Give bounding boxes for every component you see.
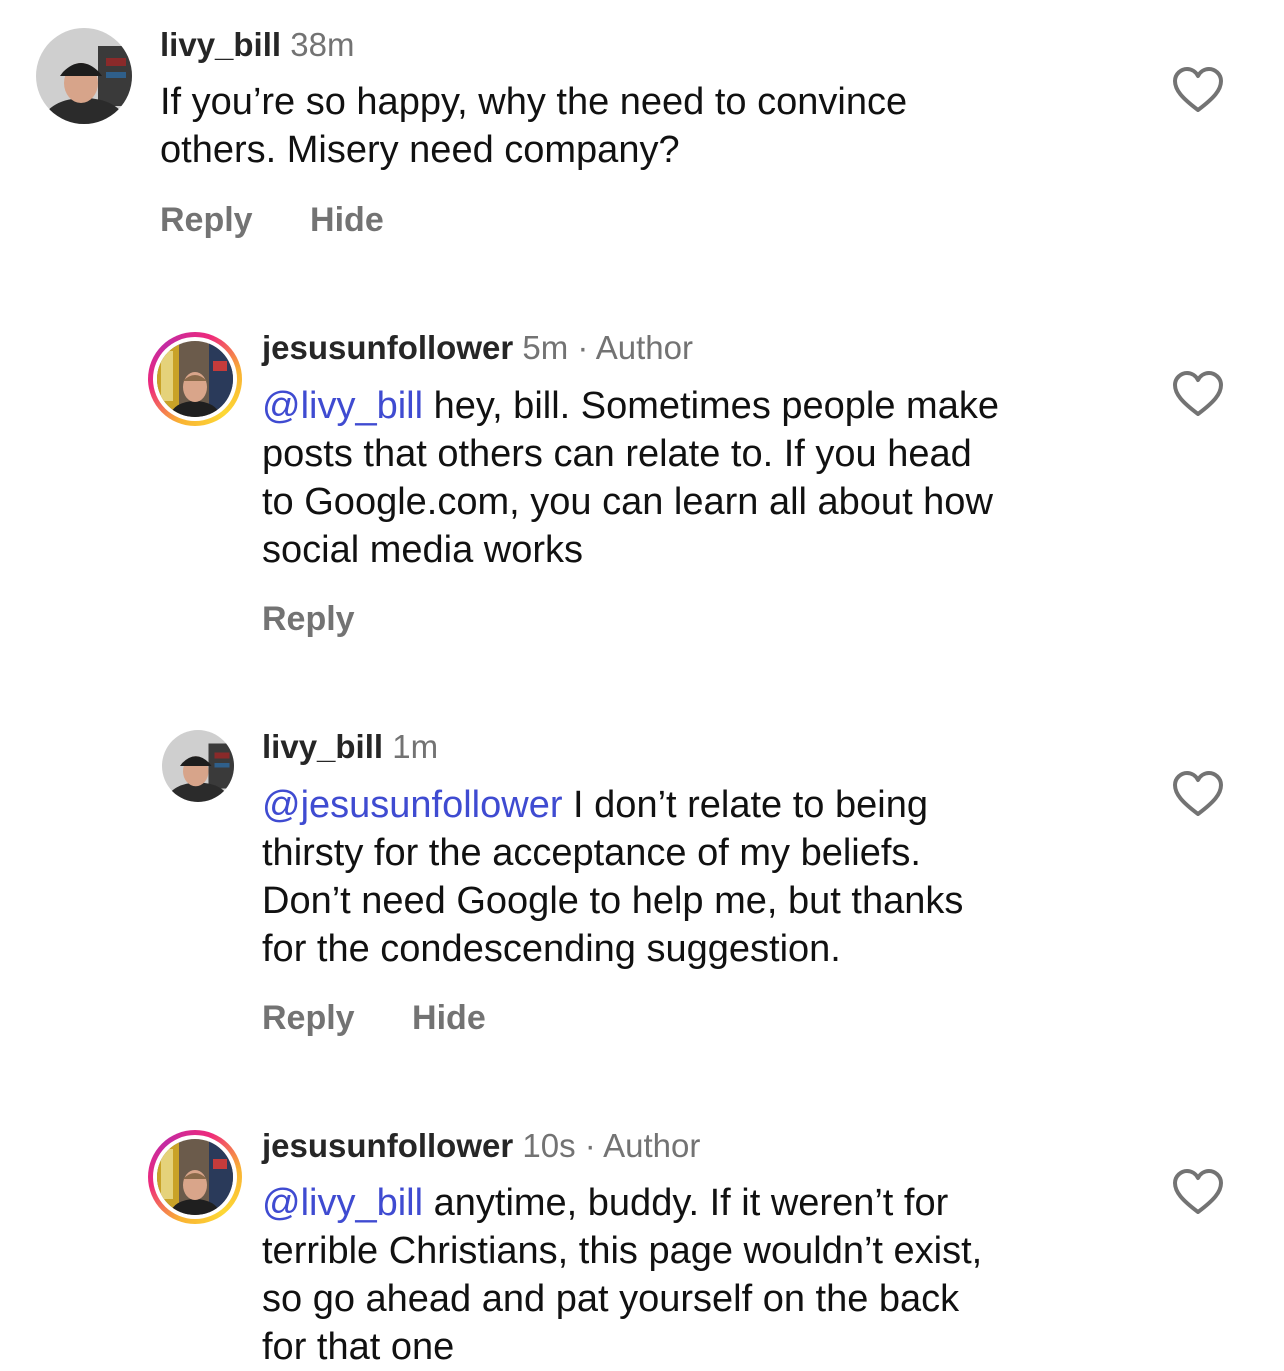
- heart-outline-icon[interactable]: [1172, 66, 1224, 114]
- avatar[interactable]: [36, 28, 132, 124]
- mention-link[interactable]: @livy_bill: [262, 1182, 423, 1224]
- comment-time: 5m: [522, 329, 569, 366]
- avatar[interactable]: [162, 730, 234, 802]
- author-tag: · Author: [577, 329, 693, 366]
- comment-text: @jesusunfollower I don’t relate to being…: [262, 781, 963, 973]
- comment-text: If you’re so happy, why the need to conv…: [160, 78, 907, 174]
- comment-meta: livy_bill 38m: [160, 25, 354, 65]
- heart-outline-icon[interactable]: [1172, 1168, 1224, 1216]
- comment-time: 1m: [392, 728, 439, 765]
- user-photo-icon: [36, 28, 132, 124]
- story-ring[interactable]: [148, 332, 242, 426]
- mention-link[interactable]: @livy_bill: [262, 385, 423, 427]
- author-tag: · Author: [584, 1127, 701, 1164]
- username[interactable]: livy_bill: [262, 728, 383, 765]
- comment-time: 38m: [290, 26, 355, 63]
- comment-text: @livy_bill anytime, buddy. If it weren’t…: [262, 1179, 982, 1371]
- reply-button[interactable]: Reply: [160, 200, 253, 240]
- hide-button[interactable]: Hide: [412, 998, 486, 1038]
- mention-link[interactable]: @jesusunfollower: [262, 784, 563, 826]
- user-photo-icon: [157, 341, 233, 417]
- story-ring[interactable]: [148, 1130, 242, 1224]
- comment-time: 10s: [522, 1127, 576, 1164]
- comment-meta: livy_bill 1m: [262, 727, 438, 767]
- comment-meta: jesusunfollower 10s · Author: [262, 1126, 700, 1166]
- comment-actions: Reply Hide: [262, 998, 534, 1038]
- comment-meta: jesusunfollower 5m · Author: [262, 328, 693, 368]
- avatar: [157, 1139, 233, 1215]
- user-photo-icon: [162, 730, 234, 802]
- reply-button[interactable]: Reply: [262, 998, 355, 1038]
- heart-outline-icon[interactable]: [1172, 370, 1224, 418]
- hide-button[interactable]: Hide: [310, 200, 384, 240]
- comment-actions: Reply: [262, 599, 403, 639]
- avatar: [157, 341, 233, 417]
- reply-button[interactable]: Reply: [262, 599, 355, 639]
- comment-actions: Reply Hide: [160, 200, 432, 240]
- username[interactable]: jesusunfollower: [262, 329, 513, 366]
- user-photo-icon: [157, 1139, 233, 1215]
- comment-body: If you’re so happy, why the need to conv…: [160, 81, 908, 171]
- username[interactable]: livy_bill: [160, 26, 281, 63]
- username[interactable]: jesusunfollower: [262, 1127, 513, 1164]
- heart-outline-icon[interactable]: [1172, 770, 1224, 818]
- comment-text: @livy_bill hey, bill. Sometimes people m…: [262, 382, 999, 574]
